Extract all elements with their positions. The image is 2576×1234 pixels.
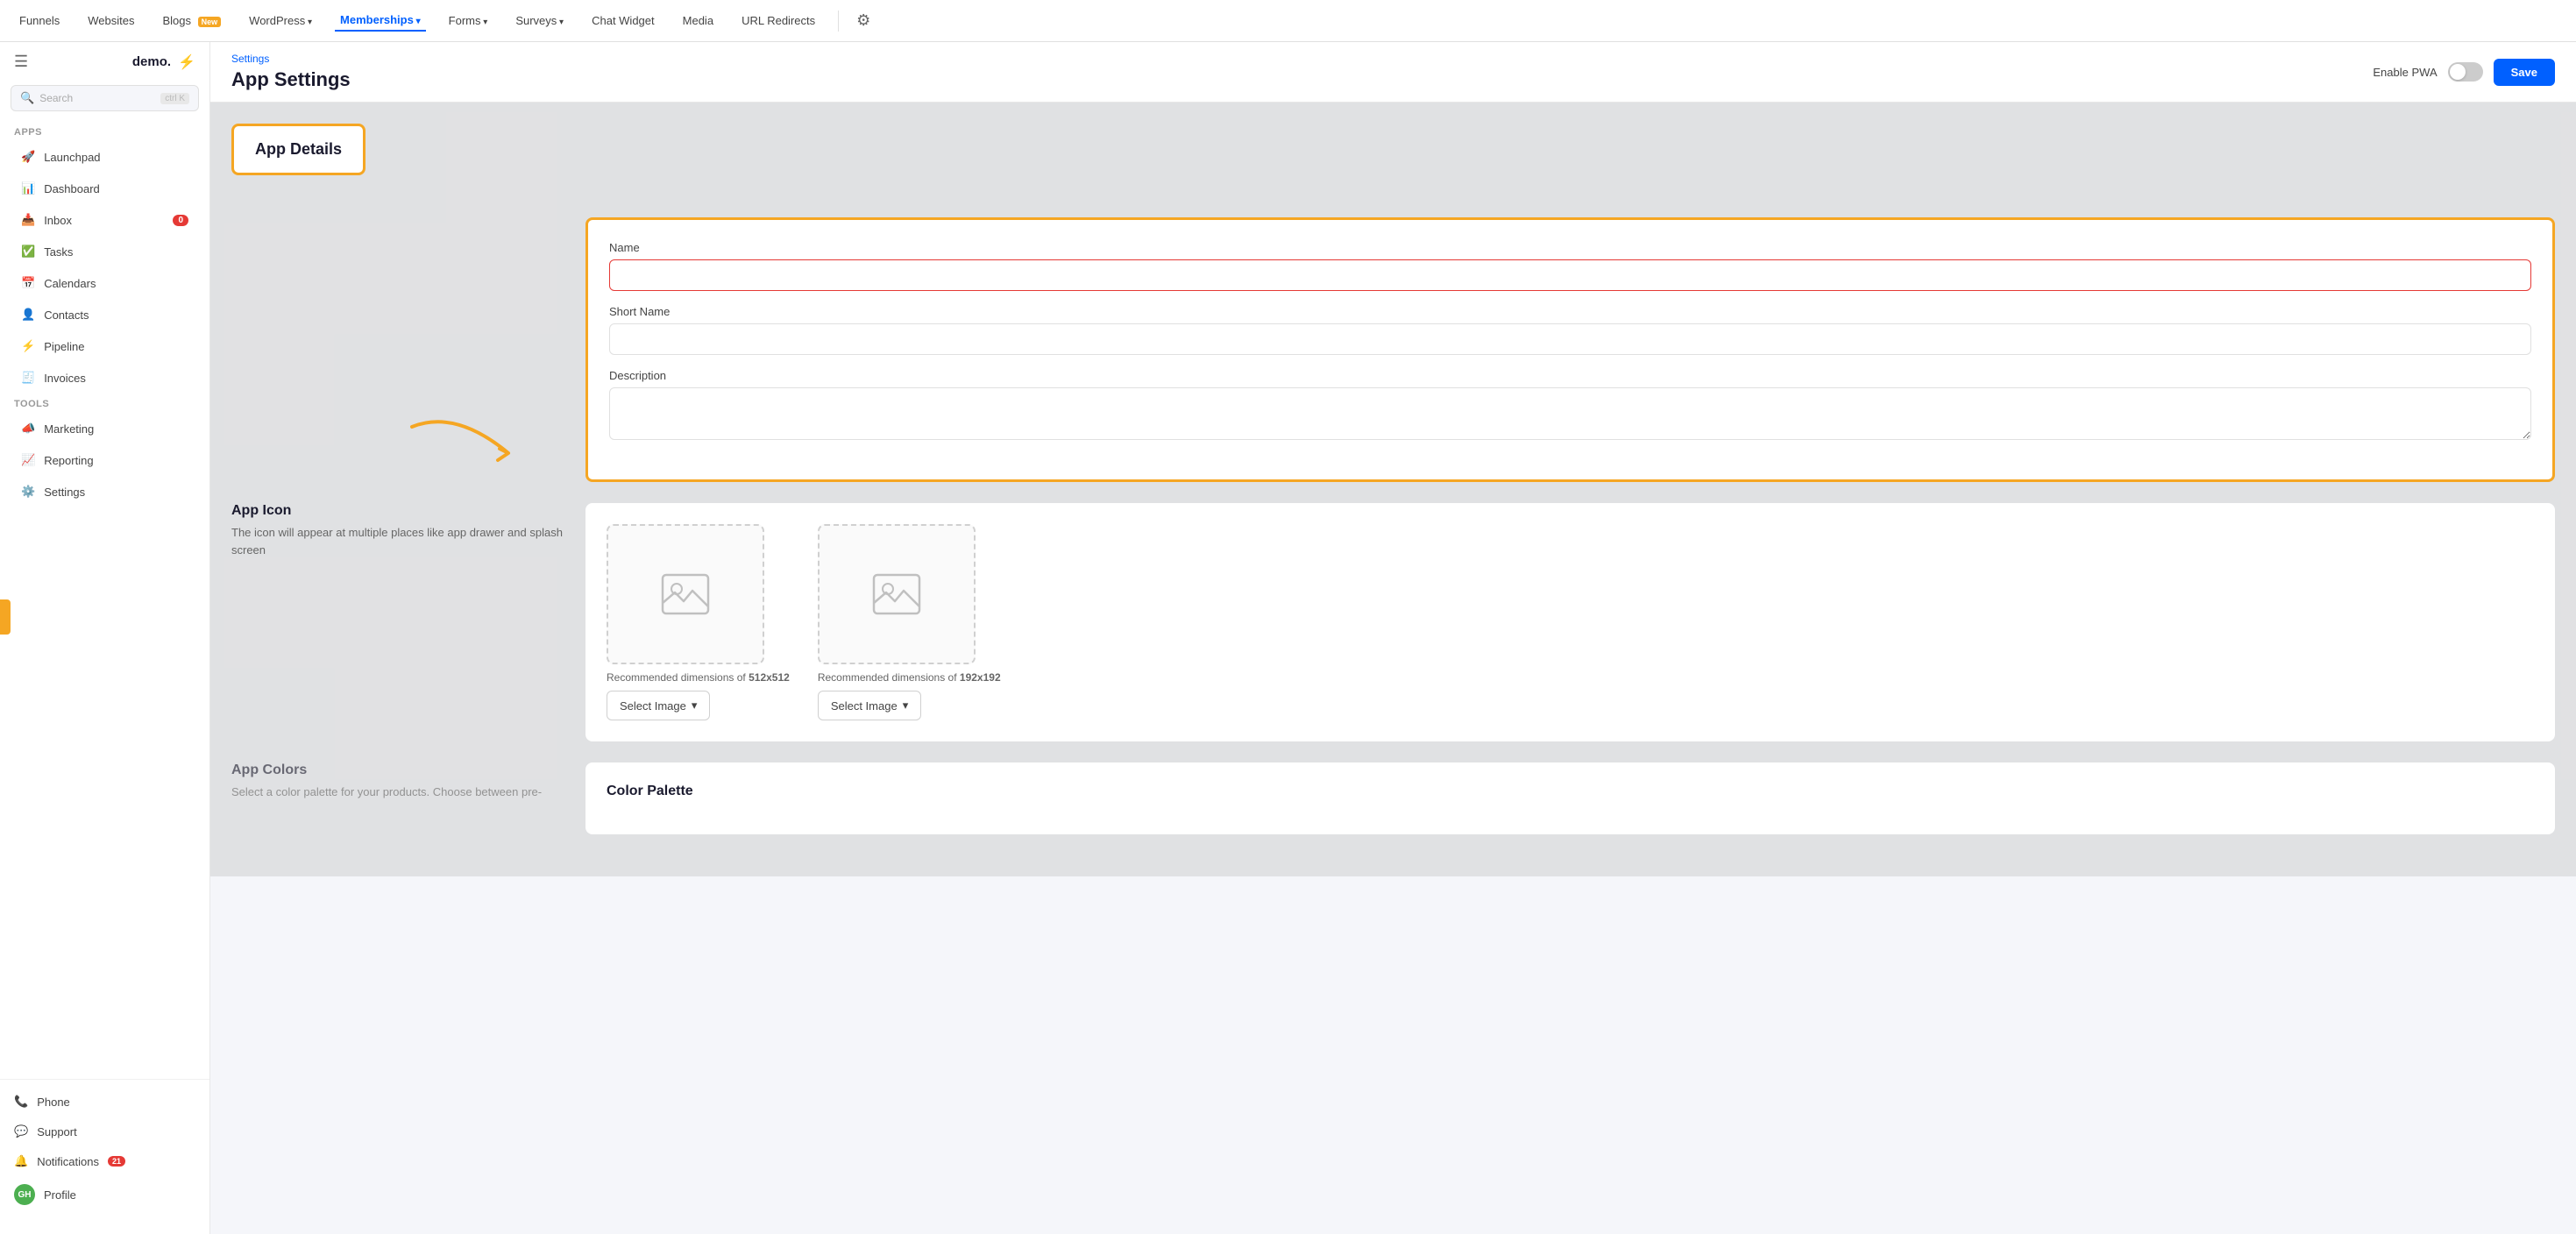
app-colors-desc: Select a color palette for your products… bbox=[231, 784, 564, 801]
left-edge-indicator bbox=[0, 599, 11, 635]
sidebar-item-notifications[interactable]: 🔔 Notifications 21 bbox=[0, 1146, 209, 1176]
nav-url-redirects[interactable]: URL Redirects bbox=[736, 11, 820, 31]
page-header: Settings App Settings Enable PWA Save bbox=[210, 42, 2576, 103]
description-field-group: Description bbox=[609, 369, 2531, 444]
name-field-group: Name bbox=[609, 241, 2531, 291]
short-name-label: Short Name bbox=[609, 305, 2531, 318]
enable-pwa-toggle[interactable] bbox=[2448, 62, 2483, 82]
image-192-container: Recommended dimensions of 192x192 Select… bbox=[818, 524, 1001, 720]
settings-gear-icon[interactable]: ⚙ bbox=[856, 11, 870, 30]
sidebar-item-inbox[interactable]: 📥 Inbox 0 bbox=[7, 205, 202, 235]
contacts-icon: 👤 bbox=[21, 308, 35, 322]
sidebar-item-settings[interactable]: ⚙️ Settings bbox=[7, 477, 202, 507]
avatar: GH bbox=[14, 1184, 35, 1205]
search-text: Search bbox=[39, 92, 155, 104]
sidebar: ☰ demo. ⚡ 🔍 Search ctrl K Apps 🚀 Launchp… bbox=[0, 42, 210, 1234]
sidebar-item-invoices[interactable]: 🧾 Invoices bbox=[7, 363, 202, 393]
image-192-dim-text: Recommended dimensions of 192x192 bbox=[818, 671, 1001, 684]
image-placeholder-512 bbox=[607, 524, 764, 664]
app-details-title: App Details bbox=[255, 140, 342, 158]
nav-websites[interactable]: Websites bbox=[82, 11, 139, 31]
tools-section-label: Tools bbox=[0, 394, 209, 413]
sidebar-item-reporting[interactable]: 📈 Reporting bbox=[7, 445, 202, 475]
image-512-container: Recommended dimensions of 512x512 Select… bbox=[607, 524, 790, 720]
app-colors-card: Color Palette bbox=[585, 762, 2555, 834]
app-details-card: App Details bbox=[231, 124, 365, 175]
nav-memberships[interactable]: Memberships bbox=[335, 10, 426, 32]
sidebar-logo: demo. bbox=[132, 54, 171, 69]
lightning-icon[interactable]: ⚡ bbox=[178, 53, 195, 71]
pipeline-icon: ⚡ bbox=[21, 339, 35, 353]
sidebar-item-phone[interactable]: 📞 Phone bbox=[0, 1087, 209, 1117]
description-label: Description bbox=[609, 369, 2531, 382]
invoices-icon: 🧾 bbox=[21, 371, 35, 385]
apps-section-label: Apps bbox=[0, 122, 209, 141]
sidebar-item-marketing[interactable]: 📣 Marketing bbox=[7, 414, 202, 443]
nav-media[interactable]: Media bbox=[678, 11, 719, 31]
support-icon: 💬 bbox=[14, 1124, 28, 1138]
name-input[interactable] bbox=[609, 259, 2531, 291]
breadcrumb: Settings bbox=[231, 53, 351, 65]
nav-divider bbox=[838, 11, 839, 32]
select-image-192-button[interactable]: Select Image ▾ bbox=[818, 691, 921, 720]
sidebar-item-pipeline[interactable]: ⚡ Pipeline bbox=[7, 331, 202, 361]
image-placeholder-192 bbox=[818, 524, 976, 664]
content-area: Settings App Settings Enable PWA Save bbox=[210, 42, 2576, 1234]
inbox-badge: 0 bbox=[173, 215, 188, 226]
short-name-field-group: Short Name bbox=[609, 305, 2531, 355]
enable-pwa-label: Enable PWA bbox=[2373, 66, 2437, 79]
app-colors-title: App Colors bbox=[231, 762, 564, 778]
nav-surveys[interactable]: Surveys bbox=[510, 11, 569, 31]
sidebar-item-profile[interactable]: GH Profile bbox=[0, 1176, 209, 1213]
search-shortcut: ctrl K bbox=[160, 93, 189, 104]
app-details-form: Name Short Name Description bbox=[585, 217, 2555, 482]
select-image-512-button[interactable]: Select Image ▾ bbox=[607, 691, 710, 720]
sidebar-item-support[interactable]: 💬 Support bbox=[0, 1117, 209, 1146]
nav-forms[interactable]: Forms bbox=[444, 11, 493, 31]
dashboard-icon: 📊 bbox=[21, 181, 35, 195]
app-icon-desc: The icon will appear at multiple places … bbox=[231, 524, 564, 558]
app-colors-section: App Colors Select a color palette for yo… bbox=[231, 762, 2555, 834]
image-pair: Recommended dimensions of 512x512 Select… bbox=[607, 524, 2534, 720]
reporting-icon: 📈 bbox=[21, 453, 35, 467]
chevron-down-icon-2: ▾ bbox=[903, 699, 909, 713]
nav-chat-widget[interactable]: Chat Widget bbox=[586, 11, 660, 31]
short-name-input[interactable] bbox=[609, 323, 2531, 355]
top-navigation: Funnels Websites Blogs New WordPress Mem… bbox=[0, 0, 2576, 42]
image-512-dim-text: Recommended dimensions of 512x512 bbox=[607, 671, 790, 684]
save-button[interactable]: Save bbox=[2494, 59, 2555, 86]
breadcrumb-settings-link[interactable]: Settings bbox=[231, 53, 269, 65]
main-content-body: App Details Name Short Name bbox=[210, 103, 2576, 876]
hamburger-menu-icon[interactable]: ☰ bbox=[14, 53, 28, 71]
name-label: Name bbox=[609, 241, 2531, 254]
settings-icon: ⚙️ bbox=[21, 485, 35, 499]
color-palette-title: Color Palette bbox=[607, 784, 2534, 799]
page-title: App Settings bbox=[231, 68, 351, 91]
nav-funnels[interactable]: Funnels bbox=[14, 11, 65, 31]
sidebar-item-tasks[interactable]: ✅ Tasks bbox=[7, 237, 202, 266]
calendars-icon: 📅 bbox=[21, 276, 35, 290]
tasks-icon: ✅ bbox=[21, 245, 35, 259]
description-input[interactable] bbox=[609, 387, 2531, 440]
nav-wordpress[interactable]: WordPress bbox=[244, 11, 317, 31]
sidebar-item-contacts[interactable]: 👤 Contacts bbox=[7, 300, 202, 330]
app-icon-card: Recommended dimensions of 512x512 Select… bbox=[585, 503, 2555, 741]
phone-icon: 📞 bbox=[14, 1095, 28, 1109]
notifications-badge: 21 bbox=[108, 1156, 125, 1167]
sidebar-item-calendars[interactable]: 📅 Calendars bbox=[7, 268, 202, 298]
nav-blogs[interactable]: Blogs New bbox=[157, 11, 226, 31]
marketing-icon: 📣 bbox=[21, 422, 35, 436]
sidebar-item-dashboard[interactable]: 📊 Dashboard bbox=[7, 174, 202, 203]
inbox-icon: 📥 bbox=[21, 213, 35, 227]
search-bar[interactable]: 🔍 Search ctrl K bbox=[11, 85, 199, 111]
notifications-icon: 🔔 bbox=[14, 1154, 28, 1168]
sidebar-item-launchpad[interactable]: 🚀 Launchpad bbox=[7, 142, 202, 172]
blogs-badge: New bbox=[198, 17, 222, 27]
launchpad-icon: 🚀 bbox=[21, 150, 35, 164]
search-icon: 🔍 bbox=[20, 91, 34, 105]
app-icon-title: App Icon bbox=[231, 503, 564, 519]
chevron-down-icon: ▾ bbox=[692, 699, 698, 713]
app-icon-section: App Icon The icon will appear at multipl… bbox=[231, 503, 2555, 741]
